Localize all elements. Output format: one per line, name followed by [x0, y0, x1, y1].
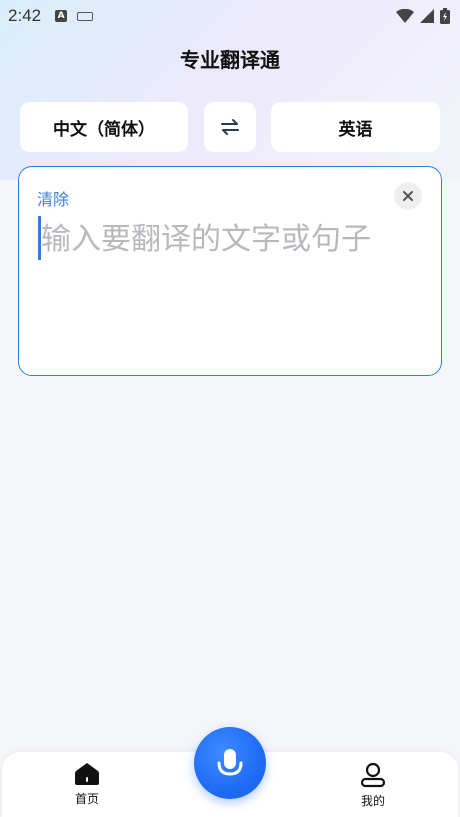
wifi-icon	[396, 9, 414, 23]
close-button[interactable]	[394, 182, 422, 210]
microphone-icon	[217, 749, 243, 776]
input-method-icon: A	[55, 10, 68, 22]
nav-label-home: 首页	[74, 792, 99, 806]
target-language-label: 英语	[338, 119, 373, 140]
source-language-label: 中文（简体）	[53, 119, 155, 140]
page-title: 专业翻译通	[180, 48, 280, 72]
battery-icon	[440, 8, 450, 24]
status-bar: 2:42 A	[0, 0, 460, 32]
source-language-button[interactable]: 中文（简体）	[20, 102, 188, 152]
swap-icon	[221, 119, 239, 135]
nav-item-mine[interactable]: 我的	[343, 762, 403, 817]
user-icon	[360, 762, 386, 788]
close-icon	[403, 191, 413, 201]
translation-input[interactable]	[41, 217, 431, 261]
keyboard-icon	[77, 11, 94, 21]
status-time: 2:42	[8, 6, 42, 25]
swap-languages-button[interactable]	[204, 102, 256, 152]
clear-button[interactable]: 清除	[37, 186, 69, 210]
nav-item-home[interactable]: 首页	[57, 762, 117, 817]
translation-input-card: 清除	[18, 166, 442, 376]
language-selector-row: 中文（简体） 英语	[20, 102, 440, 152]
app-screen: 2:42 A 专业翻译通 中文（简体） 英语 清除 输入要翻译的文字或句子 首页…	[0, 0, 460, 817]
voice-input-button[interactable]	[194, 727, 266, 799]
home-icon	[75, 763, 99, 785]
nav-label-mine: 我的	[360, 794, 385, 808]
status-icons	[396, 8, 450, 24]
signal-icon	[420, 9, 434, 23]
target-language-button[interactable]: 英语	[271, 102, 440, 152]
